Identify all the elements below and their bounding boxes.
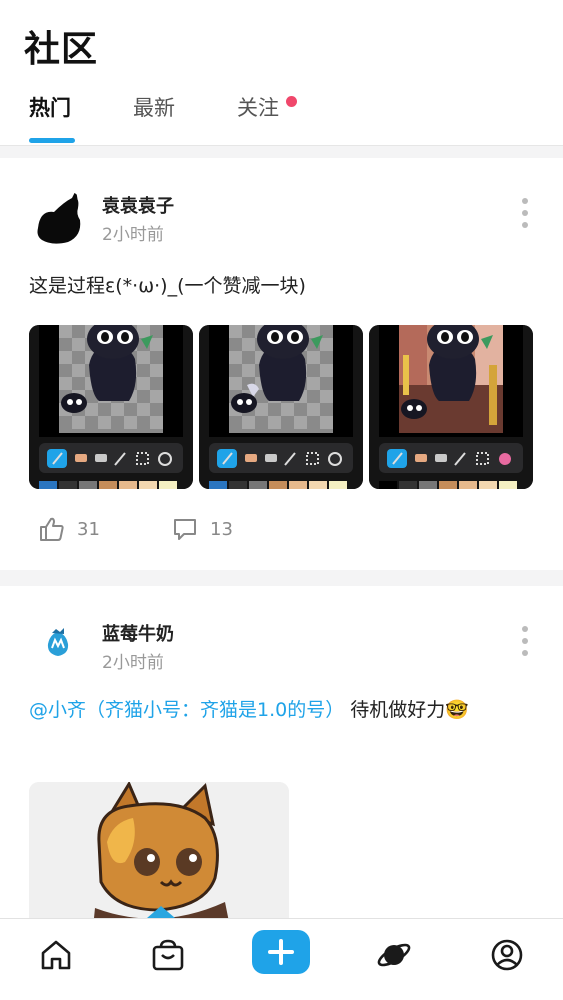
avatar[interactable] [28,616,88,676]
post-image[interactable] [369,325,533,489]
post-text: 这是过程ε(*·ω·)_(一个赞减一块) [29,275,306,297]
notification-dot [286,96,297,107]
tab-hot[interactable]: 热门 [29,92,71,122]
post-text-body: 待机做好力🤓 [344,699,469,721]
more-options-button[interactable] [515,198,535,238]
more-options-button[interactable] [515,626,535,666]
nav-explore[interactable] [372,933,416,977]
user-mention-link[interactable]: @小齐（齐猫小号：齐猫是1.0的号） [29,699,344,721]
post-image[interactable] [29,782,289,926]
comment-icon [174,519,196,540]
like-button[interactable]: 31 [39,514,100,544]
post-time: 2小时前 [102,225,164,245]
post-text: @小齐（齐猫小号：齐猫是1.0的号） 待机做好力🤓 [29,694,539,727]
bottom-nav [0,918,563,1000]
nav-profile[interactable] [485,933,529,977]
nav-shop[interactable] [146,933,190,977]
post-time: 2小时前 [102,653,164,673]
nav-home[interactable] [34,933,78,977]
add-post-button[interactable] [252,930,310,974]
post-card[interactable]: 袁袁袁子 2小时前 这是过程ε(*·ω·)_(一个赞减一块) 31 13 [0,158,563,570]
author-name[interactable]: 袁袁袁子 [102,192,174,218]
comment-count: 13 [210,518,233,540]
post-image[interactable] [199,325,363,489]
post-card[interactable]: 蓝莓牛奶 2小时前 @小齐（齐猫小号：齐猫是1.0的号） 待机做好力🤓 [0,586,563,926]
add-icon [268,939,294,965]
tab-following[interactable]: 关注 [237,92,279,122]
tab-bar: 热门 最新 关注 [0,92,563,144]
post-image[interactable] [29,325,193,489]
shop-icon [152,939,184,971]
tab-latest[interactable]: 最新 [133,92,175,122]
avatar[interactable] [28,188,88,248]
home-icon [41,940,71,970]
page-title: 社区 [24,29,99,70]
header: 社区 热门 最新 关注 [0,0,563,146]
like-count: 31 [77,518,100,540]
thumbs-up-icon [40,517,64,541]
active-tab-indicator [29,138,75,143]
profile-icon [491,939,523,971]
comment-button[interactable]: 13 [172,514,233,544]
author-name[interactable]: 蓝莓牛奶 [102,620,174,646]
planet-icon [377,943,411,967]
